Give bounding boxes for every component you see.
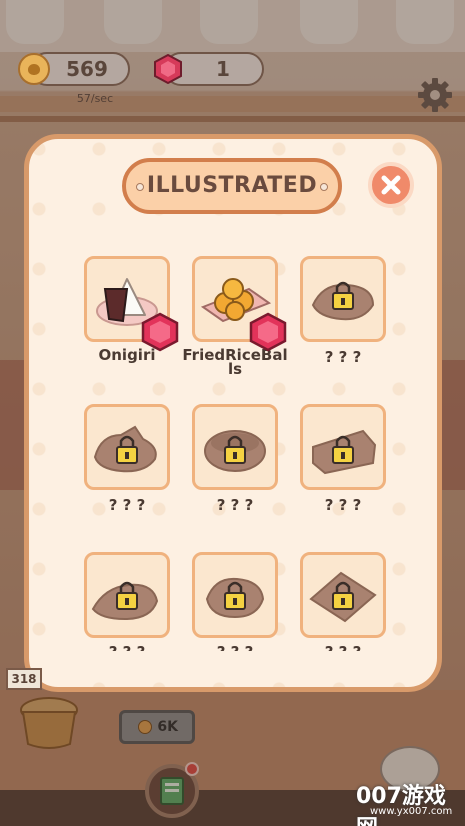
card-locked[interactable]	[84, 404, 170, 490]
card-label: ? ? ?	[283, 645, 403, 651]
gem-icon	[154, 54, 182, 84]
locked-dish-silhouette	[91, 581, 159, 621]
locked-dish-silhouette	[311, 281, 375, 321]
locked-dish-silhouette	[309, 571, 377, 623]
card-label: ? ? ?	[67, 645, 187, 651]
locked-dish-silhouette	[205, 577, 265, 619]
locked-dish-silhouette	[312, 429, 377, 475]
locked-dish-silhouette	[93, 425, 157, 473]
card-locked[interactable]	[84, 552, 170, 638]
card-label: ? ? ?	[175, 645, 295, 651]
watermark-url: www.yx007.com	[370, 806, 453, 817]
card-label: FriedRiceBal ls	[175, 348, 295, 378]
card-label-line2: ls	[227, 360, 243, 378]
close-icon	[381, 175, 401, 195]
watermark: 007游戏网	[356, 784, 446, 826]
dialog-title: ILLUSTRATED	[146, 173, 318, 198]
card-locked[interactable]	[300, 404, 386, 490]
locked-dish-silhouette	[204, 430, 266, 472]
close-button[interactable]	[368, 162, 414, 208]
card-label: ? ? ?	[216, 496, 254, 514]
card-locked[interactable]	[300, 552, 386, 638]
card-locked[interactable]	[192, 404, 278, 490]
dialog-title-banner: ILLUSTRATED	[122, 158, 342, 214]
card-label: ? ? ?	[324, 496, 362, 514]
card-label: ? ? ?	[324, 348, 362, 366]
paw-coin-icon	[18, 53, 50, 85]
gem-badge-icon	[141, 312, 179, 352]
card-label: ? ? ?	[108, 496, 146, 514]
card-locked[interactable]	[300, 256, 386, 342]
gem-badge-icon	[249, 312, 287, 352]
card-locked[interactable]	[192, 552, 278, 638]
counter-sign: 318	[6, 668, 42, 690]
